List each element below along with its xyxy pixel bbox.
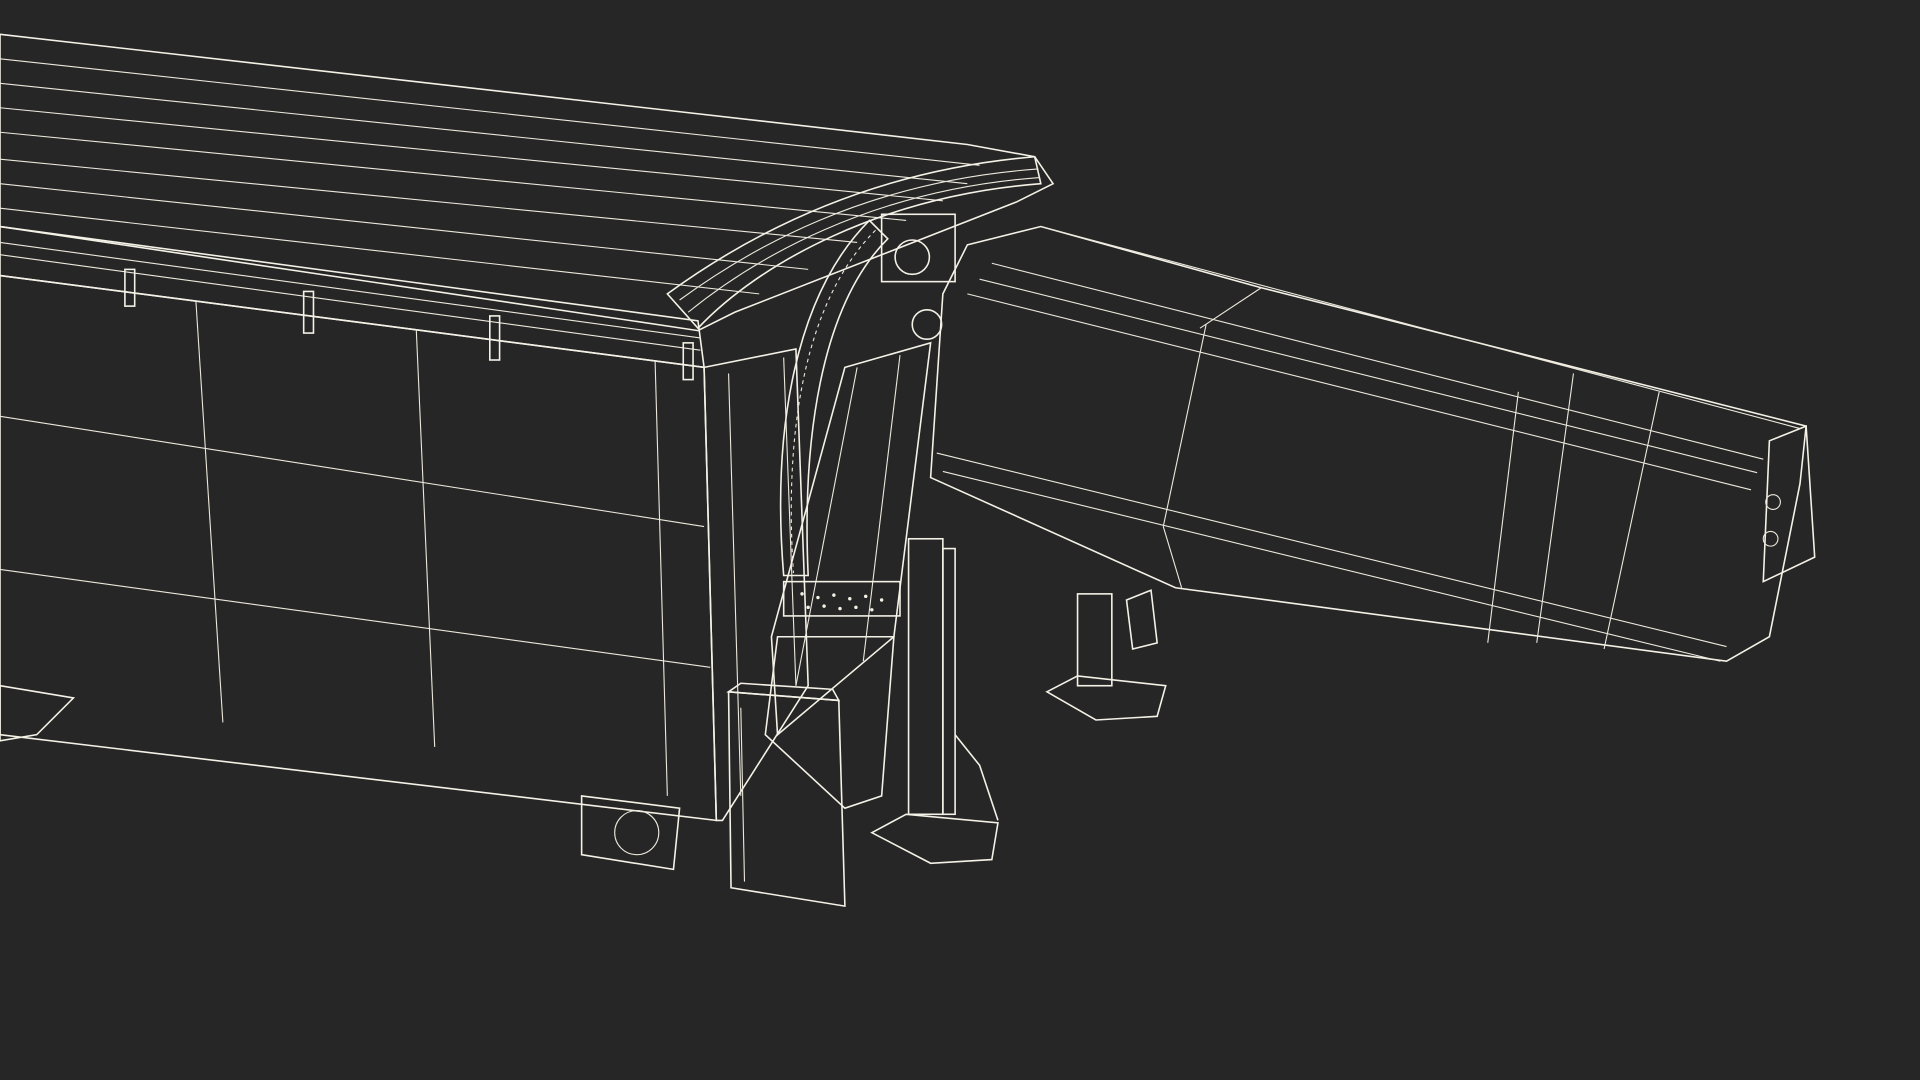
side-panel-grid — [0, 301, 711, 796]
container-body — [0, 33, 1055, 871]
left-skid — [0, 684, 76, 742]
boom-nose-plate — [1762, 424, 1816, 583]
boom-wire-lines — [936, 225, 1801, 662]
container-side-wall — [0, 274, 718, 822]
pivot-hinge — [880, 213, 956, 340]
rear-skid-box — [580, 795, 681, 871]
front-outrigger-block — [726, 682, 846, 908]
jack-stand-center — [870, 537, 999, 865]
render-viewport — [0, 0, 1920, 1080]
skid-wheel — [614, 810, 660, 856]
boom-arm — [929, 225, 1816, 663]
wireframe-render — [0, 33, 1816, 908]
side-latches — [124, 268, 694, 381]
jack-stand-right — [1045, 589, 1167, 721]
boom-upper — [929, 225, 1807, 663]
roof-ribs — [0, 58, 980, 295]
